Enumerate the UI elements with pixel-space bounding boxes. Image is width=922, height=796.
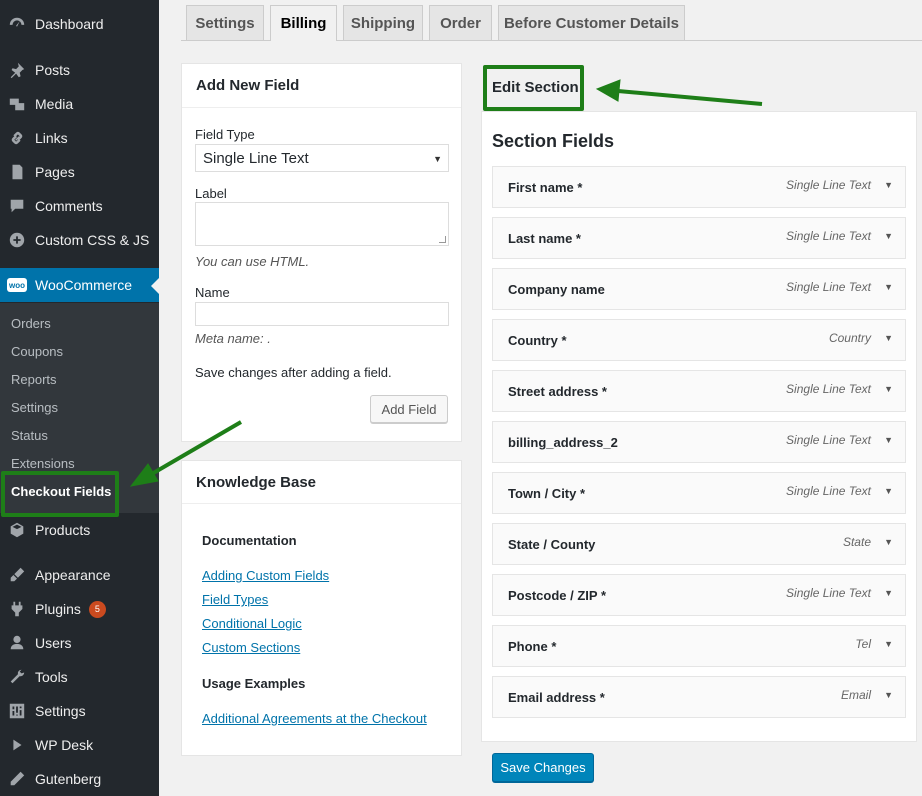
annotation-arrows (129, 79, 763, 487)
arrow-to-checkout-fields (129, 420, 243, 487)
arrow-to-edit-section (595, 79, 763, 106)
